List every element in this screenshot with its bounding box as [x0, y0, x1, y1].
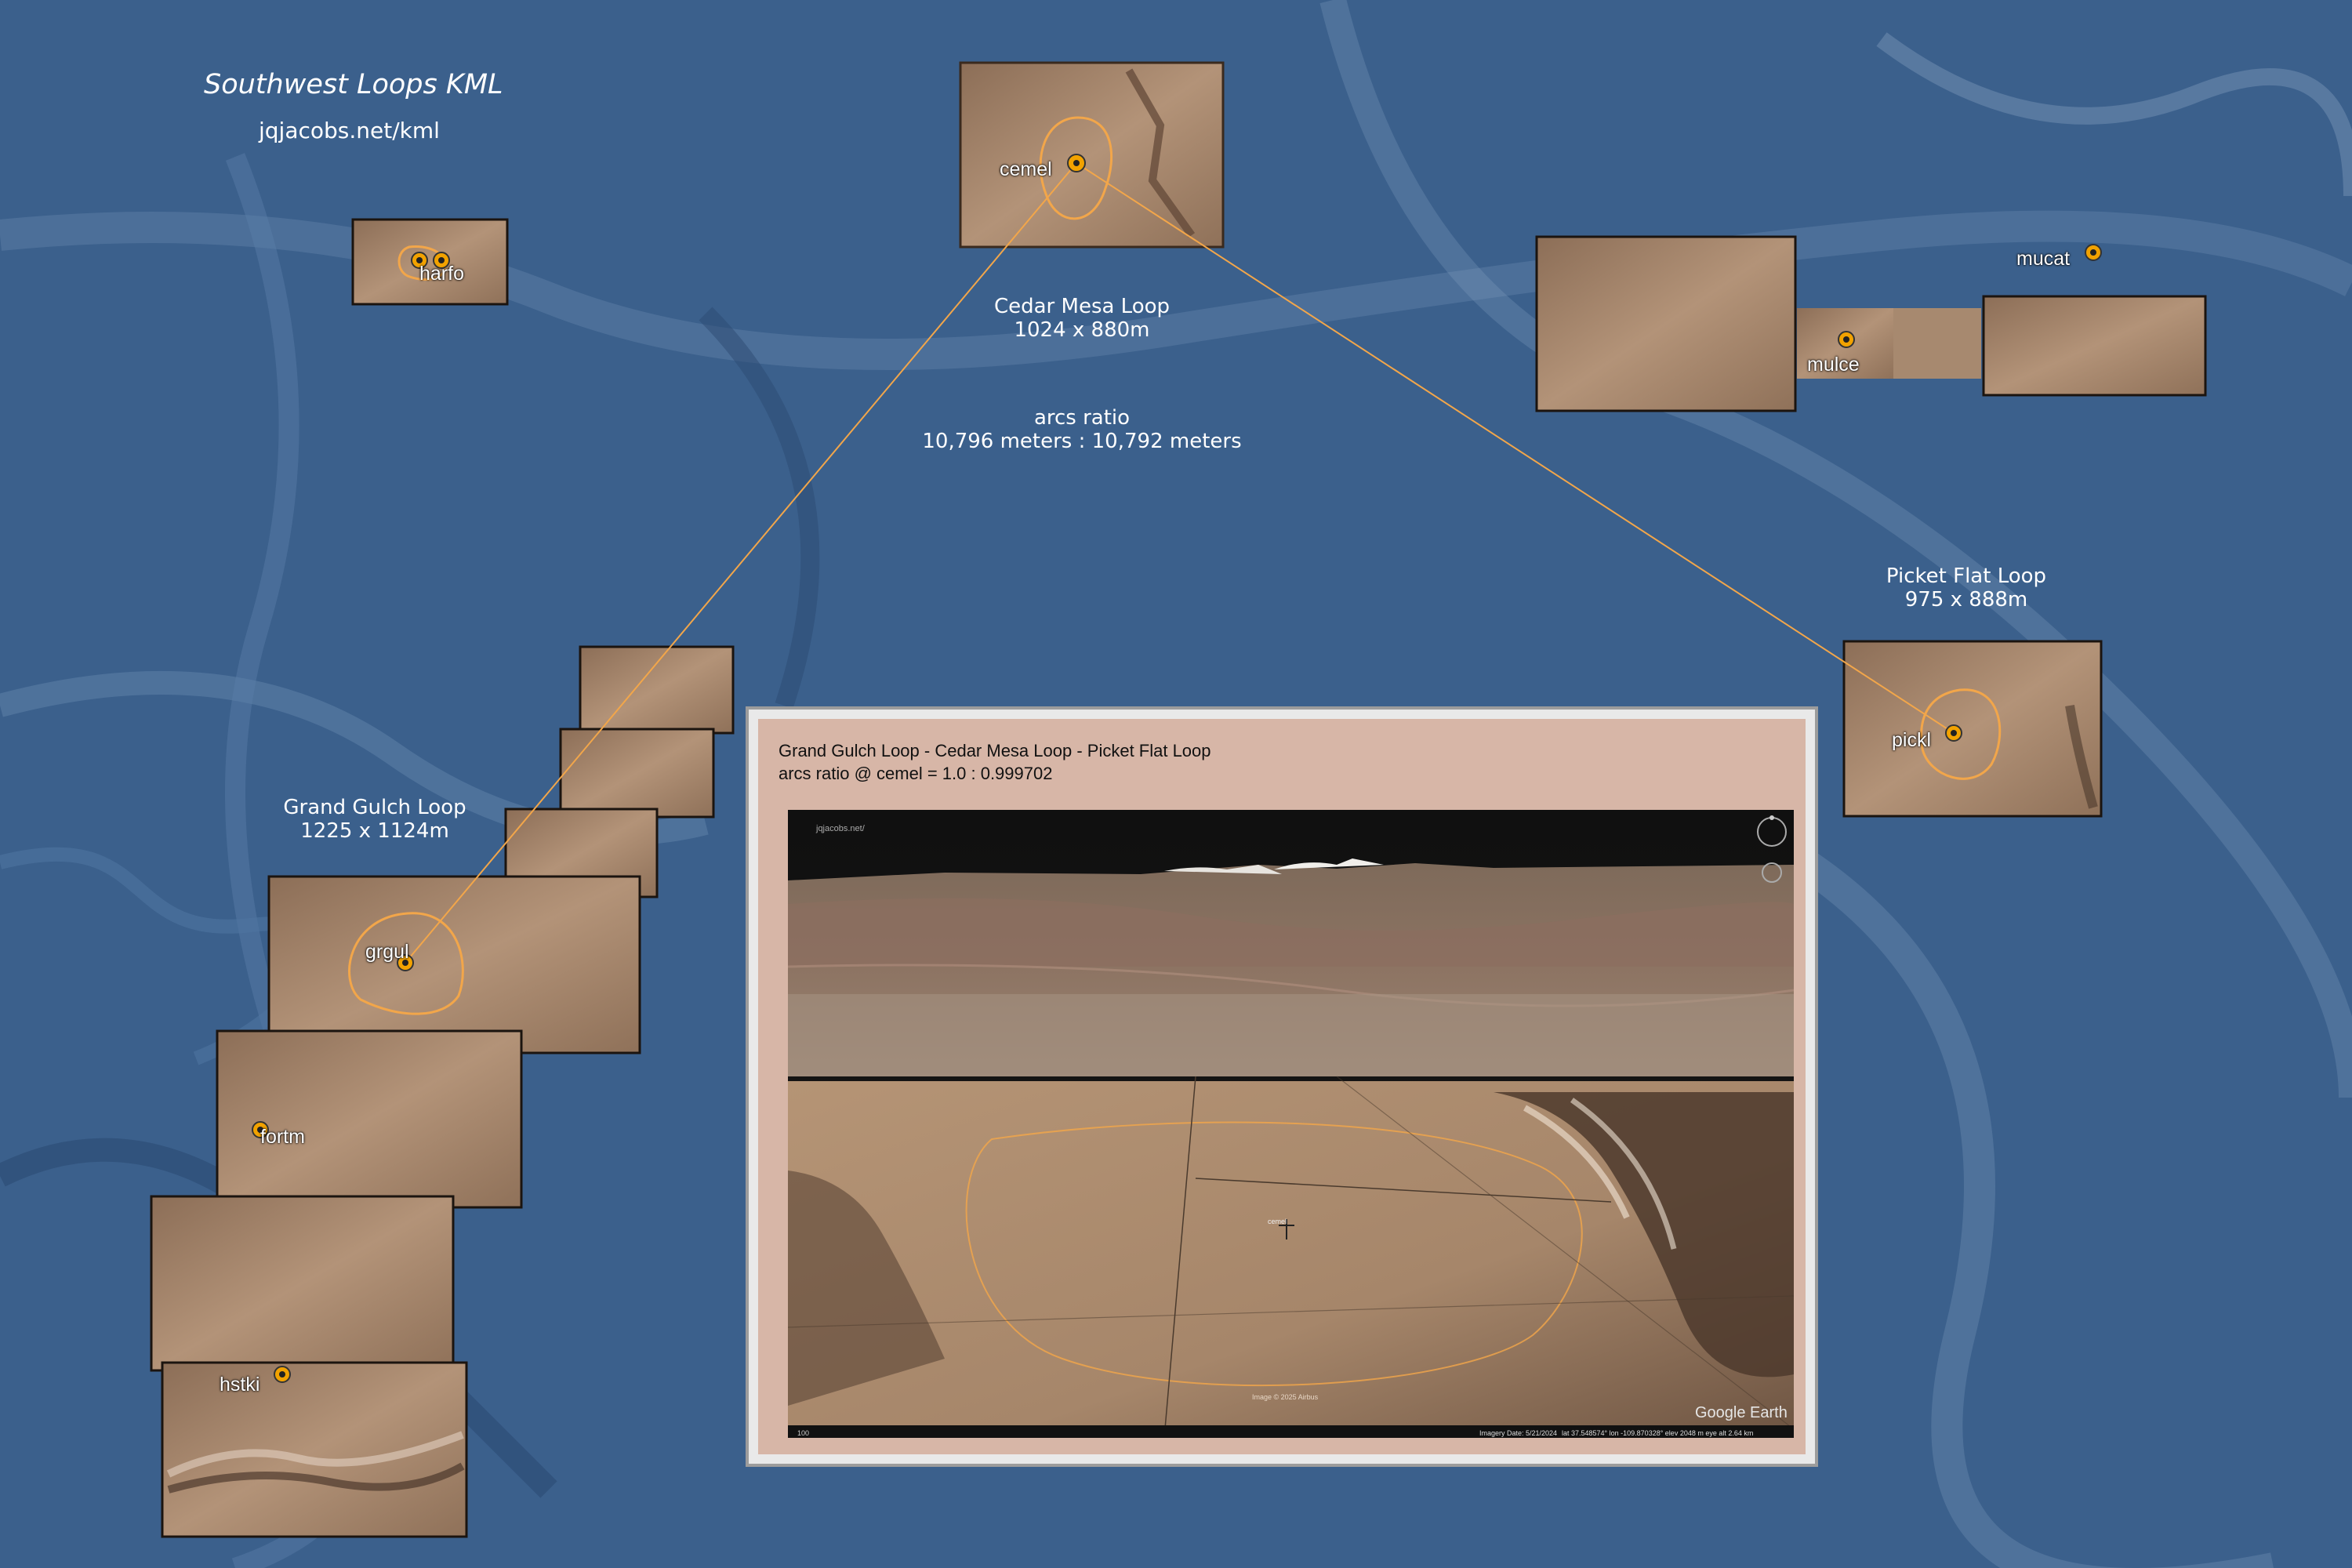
tile-pickl: [1842, 640, 2103, 818]
tile-harfo: [351, 218, 509, 306]
inset-scale: 100: [797, 1429, 810, 1437]
loop-size: 1225 x 1124m: [300, 819, 449, 843]
label-mulce[interactable]: mulce: [1807, 354, 1860, 376]
inset-3d-view[interactable]: [788, 810, 1794, 1438]
tile-grgul: [267, 875, 641, 1054]
tile-mulce-left: [1535, 235, 1797, 412]
label-harfo[interactable]: harfo: [419, 263, 464, 285]
inset-title-block: Grand Gulch Loop - Cedar Mesa Loop - Pic…: [779, 739, 1211, 785]
tile-mucat: [1982, 295, 2207, 397]
label-hstki[interactable]: hstki: [220, 1374, 260, 1396]
loop-size: 1024 x 880m: [1014, 318, 1150, 342]
tile-mulce-right: [1893, 308, 1981, 379]
marker-pickl: [1945, 724, 1962, 742]
inset-imagery-date: Imagery Date: 5/21/2024: [1479, 1429, 1558, 1437]
loop-label-cedar-mesa: Cedar Mesa Loop 1024 x 880m: [925, 295, 1239, 342]
marker-mulce: [1838, 331, 1855, 348]
arcs-ratio: arcs ratio 10,796 meters : 10,792 meters: [847, 406, 1317, 453]
marker-cemel: [1067, 154, 1086, 172]
map-url: jqjacobs.net/kml: [259, 118, 440, 143]
inset-subtitle: arcs ratio @ cemel = 1.0 : 0.999702: [779, 764, 1053, 783]
inset-panel: Grand Gulch Loop - Cedar Mesa Loop - Pic…: [749, 710, 1815, 1464]
loop-name: Picket Flat Loop: [1886, 564, 2047, 588]
marker-hstki: [274, 1366, 291, 1383]
loop-label-grand-gulch: Grand Gulch Loop 1225 x 1124m: [218, 796, 532, 843]
loop-label-picket-flat: Picket Flat Loop 975 x 888m: [1809, 564, 2123, 612]
arcs-label: arcs ratio: [1033, 406, 1131, 430]
loop-size: 975 x 888m: [1904, 588, 2028, 612]
inset-title: Grand Gulch Loop - Cedar Mesa Loop - Pic…: [779, 741, 1211, 760]
label-grgul[interactable]: grgul: [365, 941, 409, 964]
inset-image-credit: Image © 2025 Airbus: [1252, 1393, 1319, 1401]
inset-coords: lat 37.548574° lon -109.870328° elev 204…: [1562, 1429, 1754, 1437]
loop-name: Grand Gulch Loop: [283, 796, 466, 819]
label-mucat[interactable]: mucat: [2016, 248, 2070, 270]
inset-center-label: cemel: [1268, 1218, 1287, 1225]
inset-watermark: jqjacobs.net/: [816, 824, 865, 833]
label-fortm[interactable]: fortm: [260, 1126, 305, 1149]
map-title: Southwest Loops KML: [204, 69, 503, 100]
marker-mucat: [2085, 244, 2102, 261]
tile-fortm: [216, 1029, 523, 1209]
label-cemel[interactable]: cemel: [1000, 158, 1052, 181]
inset-attribution: Google Earth: [1695, 1404, 1788, 1421]
label-pickl[interactable]: pickl: [1892, 729, 1931, 752]
arcs-value: 10,796 meters : 10,792 meters: [922, 430, 1242, 453]
loop-name: Cedar Mesa Loop: [993, 295, 1171, 318]
